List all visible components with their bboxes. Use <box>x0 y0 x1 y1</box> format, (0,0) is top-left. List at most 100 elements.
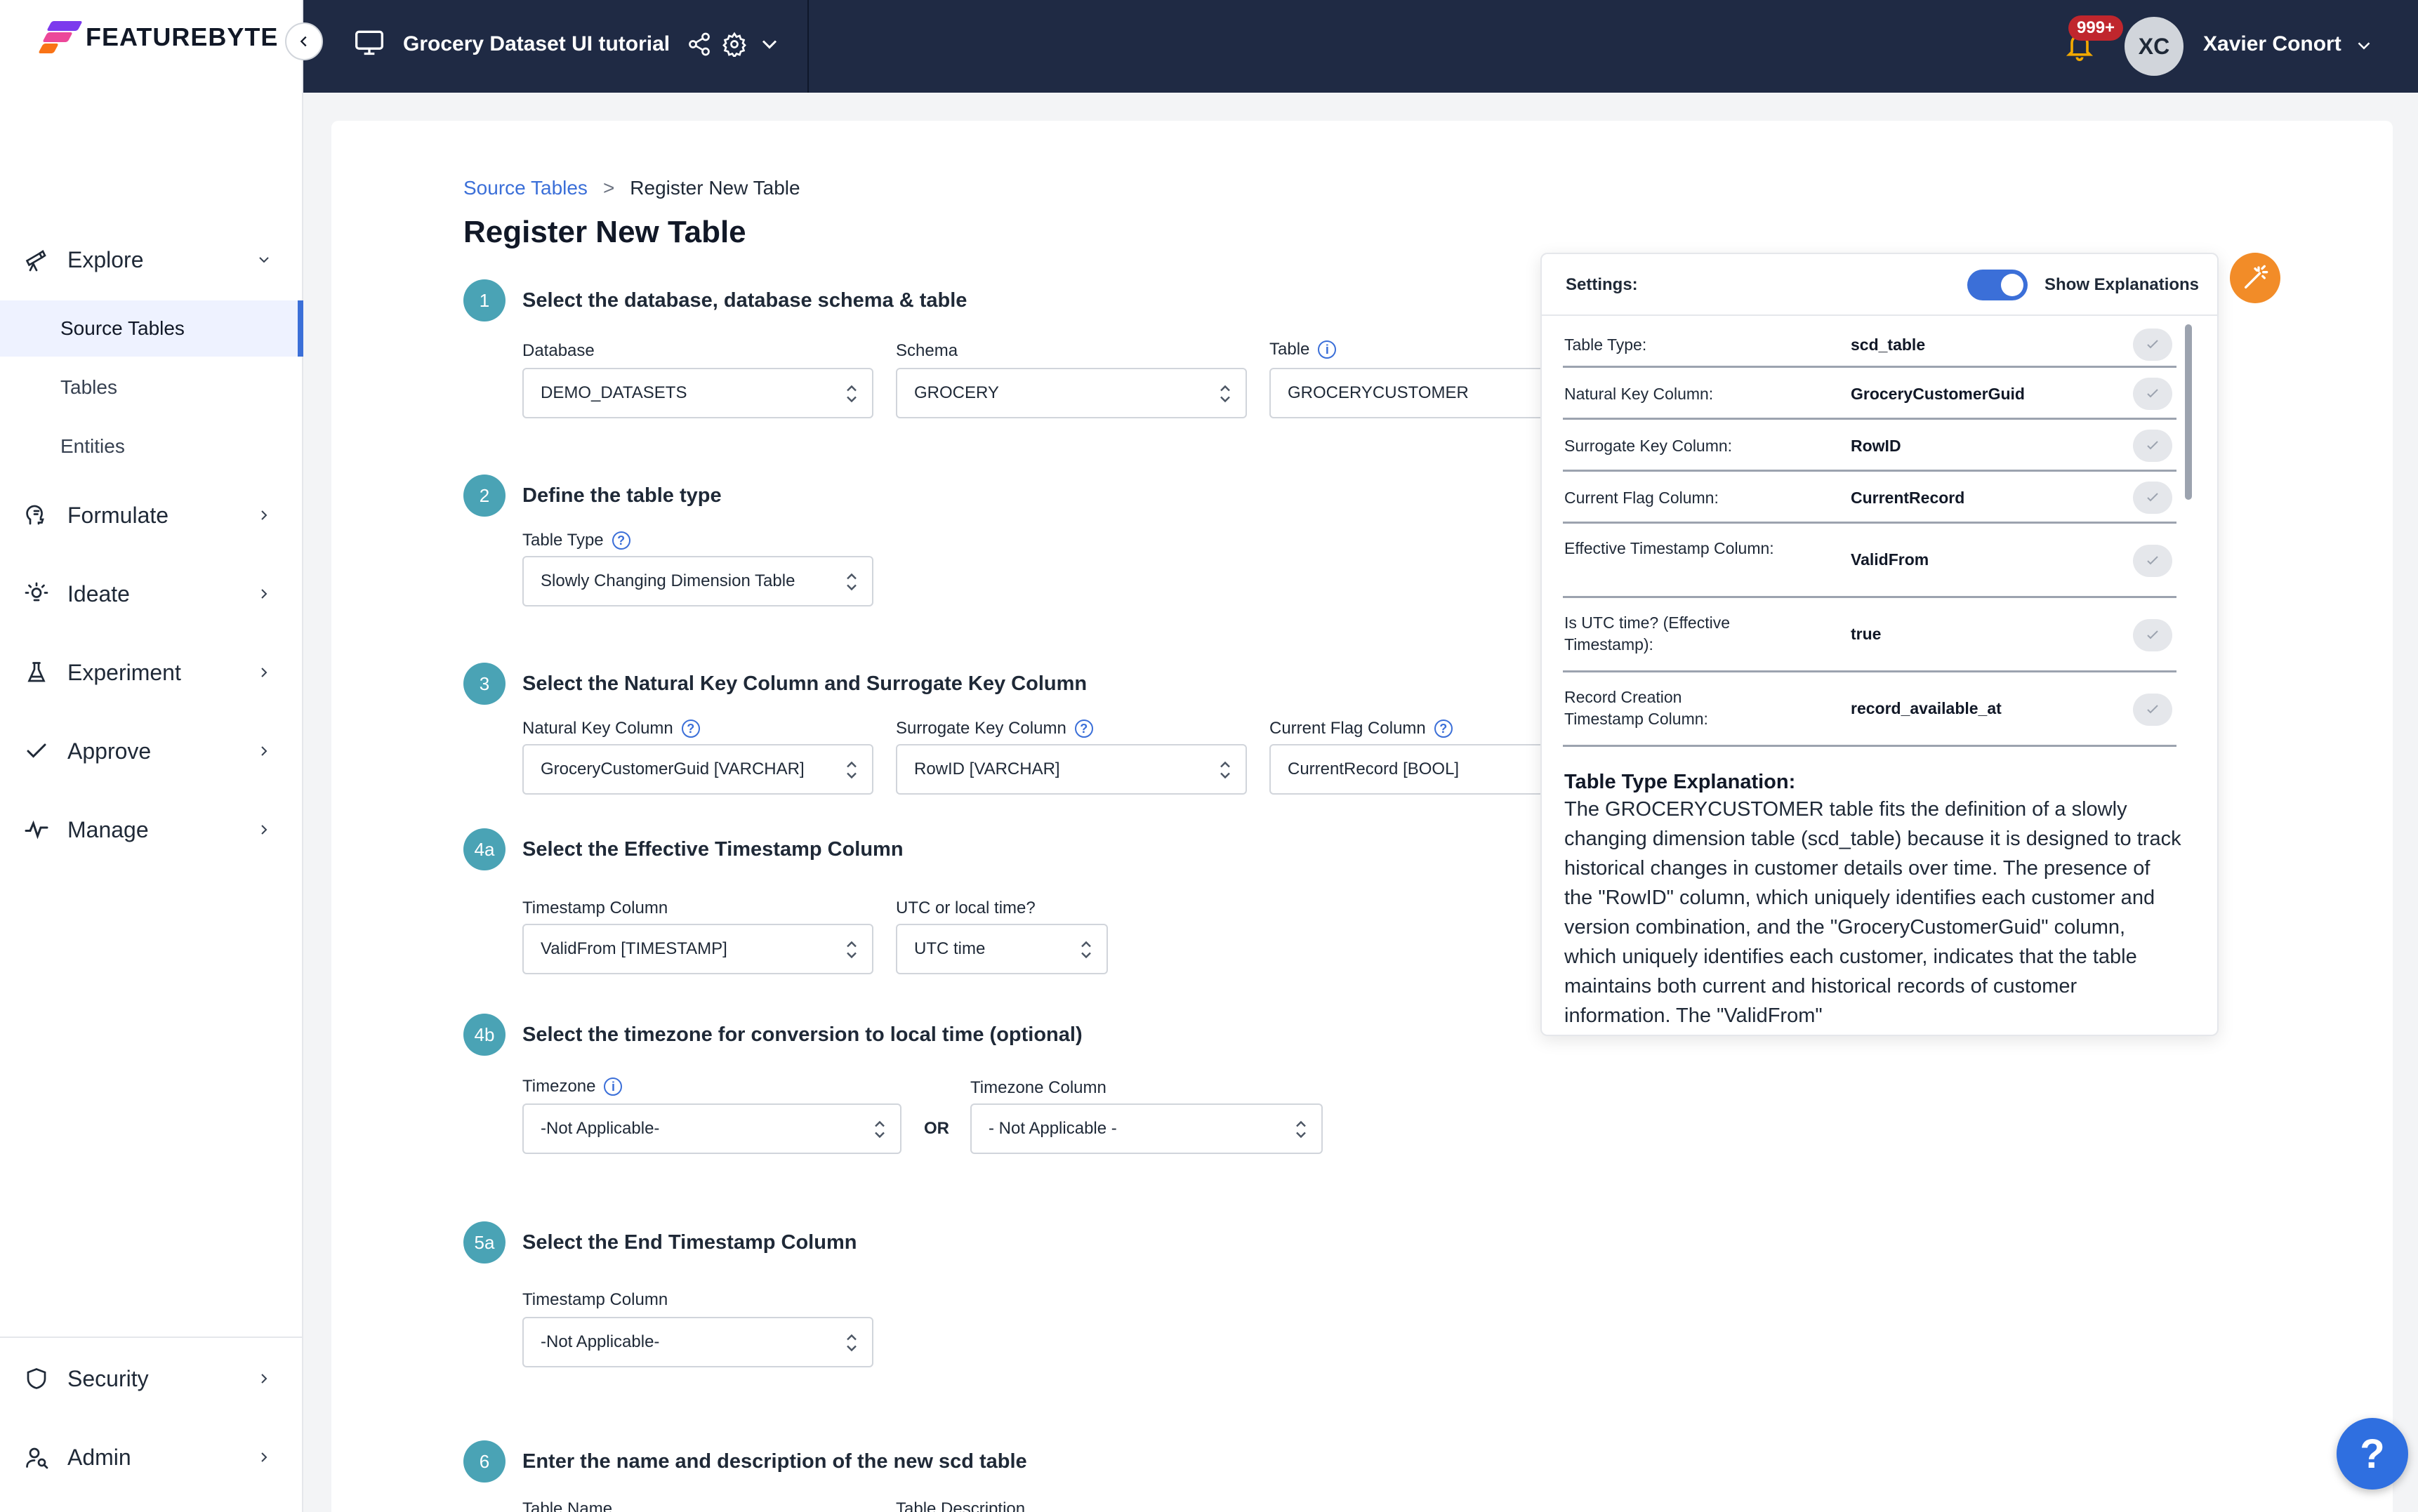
avatar[interactable]: XC <box>2125 17 2184 76</box>
confirm-check-button[interactable] <box>2133 619 2172 651</box>
setting-key: Record Creation Timestamp Column: <box>1564 688 1708 728</box>
step-4a-title: Select the Effective Timestamp Column <box>522 838 904 861</box>
table-value: GROCERYCUSTOMER <box>1288 383 1469 402</box>
topbar-separator <box>807 0 809 93</box>
featurebyte-logo[interactable]: FEATUREBYTE <box>38 18 278 56</box>
utc-local-select[interactable]: UTC time <box>896 924 1108 974</box>
panel-scrollbar[interactable] <box>2185 324 2192 500</box>
setting-row-natural-key: Natural Key Column: GroceryCustomerGuid <box>1563 368 2176 420</box>
confirm-check-button[interactable] <box>2133 329 2172 361</box>
logo-mark-icon <box>38 18 83 56</box>
step-badge-5a: 5a <box>463 1221 506 1264</box>
natural-key-label-text: Natural Key Column <box>522 719 673 738</box>
chevron-down-icon[interactable] <box>757 32 782 57</box>
panel-divider <box>1542 314 2217 316</box>
setting-key: Is UTC time? (Effective Timestamp): <box>1564 614 1731 654</box>
setting-row-current-flag: Current Flag Column: CurrentRecord <box>1563 472 2176 524</box>
lightbulb-icon <box>22 580 51 608</box>
notification-badge[interactable]: 999+ <box>2068 15 2124 41</box>
nav-ideate[interactable]: Ideate <box>0 564 303 623</box>
setting-row-surrogate-key: Surrogate Key Column: RowID <box>1563 420 2176 472</box>
table-type-select[interactable]: Slowly Changing Dimension Table <box>522 556 873 606</box>
gear-icon[interactable] <box>722 32 747 58</box>
confirm-check-button[interactable] <box>2133 482 2172 514</box>
setting-value: RowID <box>1851 437 1901 455</box>
chevron-right-icon <box>261 589 267 599</box>
step-badge-4b: 4b <box>463 1014 506 1056</box>
timezone-column-select[interactable]: - Not Applicable - <box>970 1103 1323 1154</box>
check-icon <box>2147 441 2158 450</box>
confirm-check-button[interactable] <box>2133 545 2172 577</box>
setting-key: Current Flag Column: <box>1564 489 1719 507</box>
table-name-label-text: Table Name <box>522 1499 613 1512</box>
chevron-left-icon <box>300 36 307 47</box>
nav-experiment[interactable]: Experiment <box>0 643 303 702</box>
share-icon[interactable] <box>687 32 712 57</box>
step-6-title: Enter the name and description of the ne… <box>522 1450 1027 1473</box>
user-name[interactable]: Xavier Conort <box>2203 32 2341 56</box>
current-flag-label: Current Flag Column ? <box>1269 719 1453 738</box>
current-flag-select[interactable]: CurrentRecord [BOOL] <box>1269 744 1564 795</box>
setting-value: CurrentRecord <box>1851 489 1965 507</box>
breadcrumb: Source Tables > Register New Table <box>463 177 800 199</box>
step-badge-6: 6 <box>463 1440 506 1483</box>
nav-entities[interactable]: Entities <box>0 418 303 475</box>
project-selector[interactable]: Grocery Dataset UI tutorial <box>354 27 782 61</box>
nav-explore[interactable]: Explore <box>0 230 303 289</box>
setting-value: scd_table <box>1851 336 1926 354</box>
nav-approve-label: Approve <box>67 738 152 764</box>
natural-key-select[interactable]: GroceryCustomerGuid [VARCHAR] <box>522 744 873 795</box>
nav-admin[interactable]: Admin <box>0 1428 303 1487</box>
natural-key-value: GroceryCustomerGuid [VARCHAR] <box>541 760 805 778</box>
schema-select[interactable]: GROCERY <box>896 368 1247 418</box>
effective-timestamp-select[interactable]: ValidFrom [TIMESTAMP] <box>522 924 873 974</box>
step-4b-title: Select the timezone for conversion to lo… <box>522 1023 1083 1046</box>
table-select[interactable]: GROCERYCUSTOMER <box>1269 368 1564 418</box>
nav-tables[interactable]: Tables <box>0 359 303 416</box>
setting-value: true <box>1851 625 1882 643</box>
breadcrumb-source-tables[interactable]: Source Tables <box>463 177 588 199</box>
surrogate-key-select[interactable]: RowID [VARCHAR] <box>896 744 1247 795</box>
nav-approve[interactable]: Approve <box>0 722 303 781</box>
timezone-select[interactable]: -Not Applicable- <box>522 1103 901 1154</box>
help-button[interactable]: ? <box>2337 1418 2408 1490</box>
chevron-right-icon <box>261 1452 267 1462</box>
help-circle-icon[interactable]: ? <box>681 719 700 738</box>
chevron-down-icon[interactable] <box>2353 35 2374 56</box>
setting-row-table-type: Table Type: scd_table <box>1563 321 2176 368</box>
nav-ideate-label: Ideate <box>67 581 130 606</box>
nav-security[interactable]: Security <box>0 1349 303 1408</box>
table-label: Table i <box>1269 340 1337 359</box>
setting-key: Effective Timestamp Column: <box>1564 539 1774 557</box>
timezone-label: Timezone i <box>522 1077 623 1096</box>
up-down-chevron-icon <box>1296 1120 1306 1139</box>
nav-formulate[interactable]: Formulate <box>0 486 303 545</box>
magic-wand-button[interactable] <box>2230 253 2280 303</box>
info-icon[interactable]: i <box>604 1077 623 1096</box>
confirm-check-button[interactable] <box>2133 430 2172 462</box>
current-flag-label-text: Current Flag Column <box>1269 719 1426 738</box>
setting-key: Surrogate Key Column: <box>1564 437 1733 455</box>
up-down-chevron-icon <box>847 1334 857 1352</box>
database-select[interactable]: DEMO_DATASETS <box>522 368 873 418</box>
step-badge-2: 2 <box>463 475 506 517</box>
chevron-right-icon <box>261 668 267 677</box>
nav-source-tables[interactable]: Source Tables <box>0 300 303 357</box>
utc-local-label-text: UTC or local time? <box>896 898 1036 917</box>
schema-label: Schema <box>896 341 958 361</box>
nav-manage[interactable]: Manage <box>0 800 303 859</box>
end-timestamp-label: Timestamp Column <box>522 1290 668 1310</box>
help-circle-icon[interactable]: ? <box>1434 719 1453 738</box>
step-badge-4a: 4a <box>463 828 506 870</box>
nav-formulate-label: Formulate <box>67 502 169 528</box>
help-circle-icon[interactable]: ? <box>1074 719 1093 738</box>
show-explanations-toggle[interactable] <box>1967 270 2028 300</box>
collapse-sidebar-button[interactable] <box>285 22 323 60</box>
end-timestamp-select[interactable]: -Not Applicable- <box>522 1317 873 1367</box>
help-circle-icon[interactable]: ? <box>612 531 630 550</box>
confirm-check-button[interactable] <box>2133 378 2172 410</box>
confirm-check-button[interactable] <box>2133 694 2172 726</box>
setting-row-effective-timestamp: Effective Timestamp Column: ValidFrom <box>1563 524 2176 598</box>
info-icon[interactable]: i <box>1318 340 1337 359</box>
check-icon <box>2147 389 2158 398</box>
